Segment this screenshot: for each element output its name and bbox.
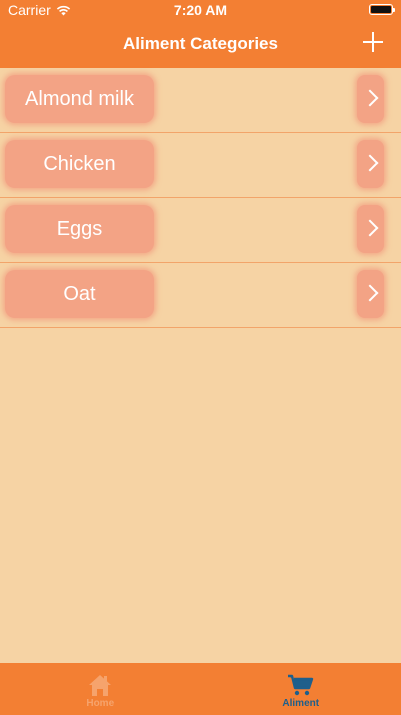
list-item[interactable]: Oat (0, 263, 401, 328)
status-bar: Carrier 7:20 AM (0, 0, 401, 22)
status-time: 7:20 AM (173, 2, 228, 18)
navigation-bar: Carrier 7:20 AM Aliment Categories (0, 0, 401, 68)
category-button[interactable]: Eggs (5, 205, 154, 253)
chevron-right-icon[interactable] (357, 140, 384, 188)
list-item[interactable]: Eggs (0, 198, 401, 263)
chevron-right-icon[interactable] (357, 205, 384, 253)
tab-bar: Home Aliment (0, 663, 401, 715)
tab-home-label: Home (86, 698, 115, 709)
house-icon (89, 675, 112, 696)
tab-aliment[interactable]: Aliment (201, 663, 401, 715)
category-button[interactable]: Oat (5, 270, 154, 318)
page-title: Aliment Categories (123, 34, 278, 53)
list-item[interactable]: Almond milk (0, 68, 401, 133)
category-button[interactable]: Chicken (5, 140, 154, 188)
category-list: Almond milk Chicken Eggs Oat (0, 68, 401, 328)
cart-icon (287, 674, 313, 696)
chevron-right-icon[interactable] (357, 75, 384, 123)
tab-aliment-label: Aliment (282, 698, 320, 709)
add-category-button[interactable] (361, 30, 385, 54)
tab-home[interactable]: Home (0, 663, 201, 715)
list-item[interactable]: Chicken (0, 133, 401, 198)
battery-icon (369, 4, 395, 15)
chevron-right-icon[interactable] (357, 270, 384, 318)
category-button[interactable]: Almond milk (5, 75, 154, 123)
